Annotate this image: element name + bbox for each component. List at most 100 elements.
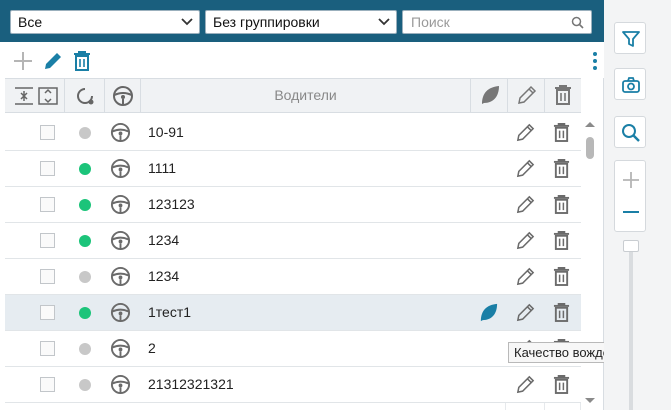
pencil-icon — [518, 85, 537, 104]
delete-trash-icon[interactable] — [553, 122, 570, 143]
driver-type-header — [105, 79, 141, 112]
row-checkbox[interactable] — [40, 341, 55, 356]
driver-name: 21312321321 — [148, 376, 234, 392]
edit-pencil-icon[interactable] — [515, 302, 536, 323]
table-toolbar — [0, 42, 604, 78]
refresh-status-icon — [77, 88, 94, 105]
row-checkbox[interactable] — [40, 233, 55, 248]
zoom-control — [614, 160, 646, 232]
camera-icon — [622, 77, 640, 93]
row-checkbox[interactable] — [40, 125, 55, 140]
steering-wheel-icon — [110, 122, 131, 143]
status-dot — [79, 235, 91, 247]
table-row[interactable]: 2 — [5, 331, 581, 367]
trash-icon[interactable] — [71, 50, 93, 72]
steering-wheel-icon — [110, 194, 131, 215]
table-header: Водители — [5, 78, 581, 113]
edit-header — [508, 79, 545, 112]
delete-trash-icon[interactable] — [553, 374, 570, 395]
status-dot — [79, 127, 91, 139]
grouping-select[interactable]: Без группировки — [205, 10, 397, 34]
status-dot — [79, 379, 91, 391]
filter-bar: Все Без группировки Поиск — [0, 0, 604, 42]
edit-pencil-icon[interactable] — [515, 194, 536, 215]
scroll-up-icon[interactable] — [584, 120, 596, 128]
zoom-slider-track[interactable] — [629, 244, 633, 410]
delete-trash-icon[interactable] — [553, 266, 570, 287]
status-dot — [79, 307, 91, 319]
status-dot — [79, 163, 91, 175]
row-checkbox[interactable] — [40, 269, 55, 284]
delete-trash-icon[interactable] — [553, 158, 570, 179]
chevron-down-icon — [378, 18, 390, 26]
map-search-button[interactable] — [614, 116, 646, 148]
steering-wheel-icon — [110, 158, 131, 179]
chevron-down-icon — [181, 18, 193, 26]
pencil-icon[interactable] — [42, 50, 64, 72]
driver-name: 1234 — [148, 232, 180, 248]
table-row[interactable]: 1111 — [5, 151, 581, 187]
drivers-column-header[interactable]: Водители — [141, 79, 471, 112]
edit-pencil-icon[interactable] — [515, 266, 536, 287]
scroll-thumb[interactable] — [586, 137, 594, 159]
table-row[interactable]: 1тест1 — [5, 295, 581, 331]
row-checkbox[interactable] — [40, 305, 55, 320]
delete-trash-icon[interactable] — [553, 230, 570, 251]
driver-name: 2 — [148, 340, 156, 356]
search-placeholder: Поиск — [411, 14, 450, 30]
drivers-table-body: 10-91 1111 123123 1234 1234 1тест1 2 2131232132… — [5, 115, 581, 410]
eco-header — [471, 79, 508, 112]
row-checkbox[interactable] — [40, 161, 55, 176]
zoom-out-icon[interactable] — [622, 203, 640, 221]
driver-name: 1тест1 — [148, 304, 192, 320]
table-row[interactable]: 1234 — [5, 259, 581, 295]
expand-rows-icon[interactable] — [37, 85, 59, 107]
status-dot — [79, 343, 91, 355]
delete-trash-icon[interactable] — [553, 194, 570, 215]
status-dot — [79, 271, 91, 283]
more-vertical-icon[interactable] — [584, 50, 606, 72]
app-window: Все Без группировки Поиск Водители 10-91… — [0, 0, 671, 410]
trash-icon — [555, 85, 571, 105]
driver-name: 123123 — [148, 196, 195, 212]
collapse-rows-icon[interactable] — [13, 85, 35, 107]
zoom-in-icon[interactable] — [622, 171, 640, 189]
table-row[interactable]: 123123 — [5, 187, 581, 223]
table-row[interactable]: 21312321321 — [5, 367, 581, 403]
expand-collapse-header[interactable] — [5, 79, 65, 112]
table-row[interactable]: 1234 — [5, 223, 581, 259]
screenshot-button[interactable] — [614, 68, 646, 100]
driver-name: 1234 — [148, 268, 180, 284]
row-checkbox[interactable] — [40, 197, 55, 212]
table-scrollbar[interactable] — [581, 115, 599, 410]
search-input[interactable]: Поиск — [402, 10, 592, 34]
status-select-value: Все — [18, 14, 43, 30]
steering-wheel-icon — [110, 230, 131, 251]
edit-pencil-icon[interactable] — [515, 230, 536, 251]
search-icon — [571, 16, 584, 29]
status-header[interactable] — [65, 79, 105, 112]
status-select[interactable]: Все — [10, 10, 200, 34]
delete-trash-icon[interactable] — [553, 302, 570, 323]
scroll-down-icon[interactable] — [584, 397, 596, 405]
map-controls — [604, 0, 671, 410]
table-row[interactable]: 10-91 — [5, 115, 581, 151]
driver-name: 1111 — [148, 160, 177, 176]
filter-button[interactable] — [614, 22, 646, 54]
edit-pencil-icon[interactable] — [515, 122, 536, 143]
magnifier-icon — [622, 124, 640, 142]
steering-wheel-icon — [110, 374, 131, 395]
edit-pencil-icon[interactable] — [515, 374, 536, 395]
plus-icon[interactable] — [12, 50, 34, 72]
steering-wheel-icon — [113, 86, 133, 106]
status-dot — [79, 199, 91, 211]
steering-wheel-icon — [110, 266, 131, 287]
steering-wheel-icon — [110, 338, 131, 359]
edit-pencil-icon[interactable] — [515, 158, 536, 179]
grouping-select-value: Без группировки — [213, 14, 320, 30]
row-checkbox[interactable] — [40, 377, 55, 392]
zoom-slider-handle[interactable] — [623, 240, 639, 252]
drivers-header-label: Водители — [274, 87, 337, 103]
delete-header — [545, 79, 581, 112]
leaf-icon[interactable] — [478, 302, 499, 323]
